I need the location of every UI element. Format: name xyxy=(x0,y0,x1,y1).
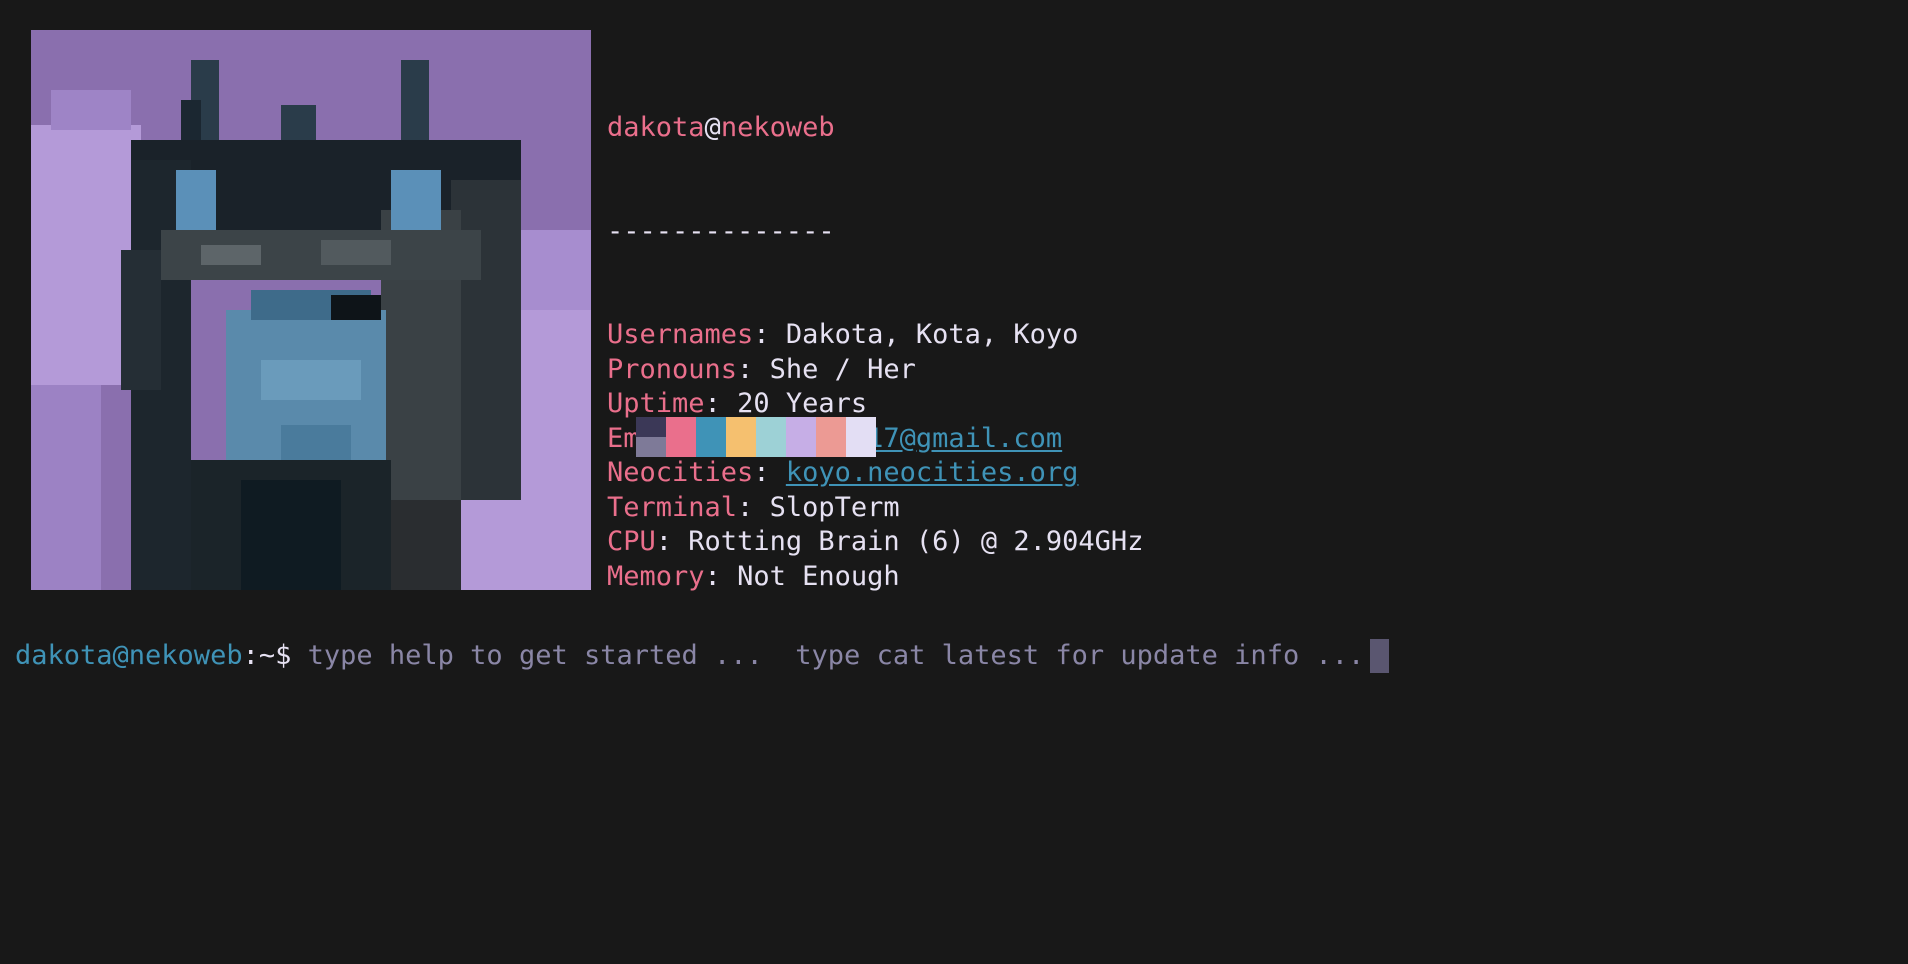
info-colon: : xyxy=(737,353,770,385)
info-key: Terminal xyxy=(607,491,738,523)
color-swatch xyxy=(726,417,756,457)
info-colon: : xyxy=(704,388,738,419)
info-value: She / Her xyxy=(769,353,916,385)
command-prompt[interactable]: dakota@nekoweb:~$ type help to get start… xyxy=(15,638,1390,674)
info-colon: : xyxy=(753,457,786,488)
color-swatch xyxy=(756,417,786,457)
system-info: dakota@nekoweb -------------- Usernames:… xyxy=(607,42,1143,663)
color-palette xyxy=(636,417,876,457)
at-sign: @ xyxy=(704,112,721,143)
prompt-path: :~$ xyxy=(242,640,292,671)
user-host-line: dakota@nekoweb xyxy=(607,111,1143,146)
info-key: CPU xyxy=(607,526,656,557)
terminal-screen: dakota@nekoweb -------------- Usernames:… xyxy=(0,0,1908,964)
info-colon: : xyxy=(737,491,770,523)
avatar-image xyxy=(31,30,591,590)
info-value: Dakota, Kota, Koyo xyxy=(785,319,1079,350)
prompt-host: dakota@nekoweb xyxy=(15,640,243,671)
info-value: Not Enough xyxy=(737,560,900,592)
color-swatch xyxy=(696,417,726,457)
color-swatch xyxy=(846,417,876,457)
color-swatch xyxy=(816,417,846,457)
info-row: Memory: Not Enough xyxy=(607,560,1143,595)
info-row: Pronouns: She / Her xyxy=(607,353,1143,388)
info-colon: : xyxy=(753,319,786,350)
separator-line: -------------- xyxy=(607,215,835,247)
info-value: Rotting Brain (6) @ 2.904GHz xyxy=(688,526,1144,557)
info-colon: : xyxy=(655,526,689,557)
info-key: Uptime xyxy=(607,388,705,419)
text-cursor[interactable] xyxy=(1370,639,1390,673)
info-row: CPU: Rotting Brain (6) @ 2.904GHz xyxy=(607,525,1143,560)
info-colon: : xyxy=(704,560,738,592)
info-link[interactable]: koyo.neocities.org xyxy=(786,457,1079,488)
prompt-hint: type help to get started ... type cat la… xyxy=(307,640,1365,671)
info-row: Usernames: Dakota, Kota, Koyo xyxy=(607,318,1143,353)
color-swatch xyxy=(786,417,816,457)
info-value: 20 Years xyxy=(737,388,868,419)
color-swatch xyxy=(666,417,696,457)
avatar-pixel-art xyxy=(31,30,591,590)
color-swatch xyxy=(636,417,666,457)
info-key: Usernames xyxy=(607,319,754,350)
info-key: Pronouns xyxy=(607,353,738,385)
info-row: Neocities: koyo.neocities.org xyxy=(607,456,1143,491)
username: dakota xyxy=(607,112,705,143)
info-row: Terminal: SlopTerm xyxy=(607,491,1143,526)
info-key: Neocities xyxy=(607,457,754,488)
hostname: nekoweb xyxy=(720,112,835,143)
info-key: Memory xyxy=(607,560,705,592)
info-value: SlopTerm xyxy=(769,491,900,523)
